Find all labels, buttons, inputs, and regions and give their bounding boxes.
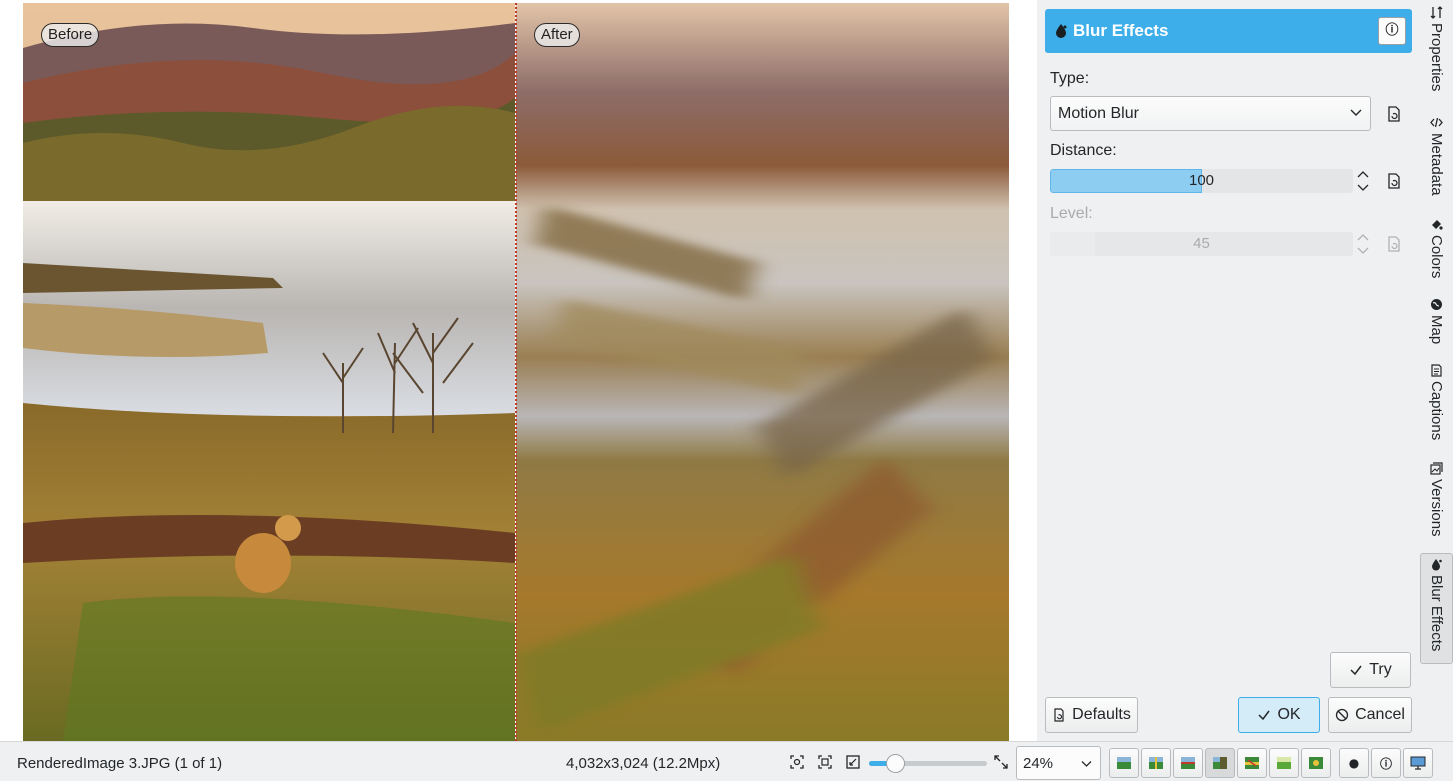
right-sidebar-tabs: Properties Metadata Colors Map Captions … [1420,0,1453,741]
info-icon: ⓘ [1385,23,1399,38]
preview-split-horizontal-button[interactable] [1173,748,1203,778]
tab-properties[interactable]: Properties [1420,6,1453,91]
zoom-slider[interactable] [869,754,987,773]
versions-icon [1430,462,1443,475]
tab-label: Versions [1428,479,1445,537]
level-label: Level: [1050,205,1093,222]
info-button[interactable]: ⓘ [1378,17,1406,45]
after-label: After [534,23,580,47]
type-select[interactable]: Motion Blur [1050,96,1371,131]
zoom-in-icon[interactable] [994,755,1008,769]
level-value: 45 [1193,235,1210,252]
target-view-icon [1277,757,1291,769]
defaults-button[interactable]: Defaults [1045,697,1138,733]
status-filename: RenderedImage 3.JPG (1 of 1) [17,755,223,772]
cancel-button-label: Cancel [1355,706,1405,723]
properties-icon [1430,6,1443,19]
blur-effects-panel: Blur Effects ⓘ Type: Motion Blur Distanc… [1037,0,1420,741]
tab-captions[interactable]: Captions [1420,364,1453,440]
reset-type-icon[interactable] [1387,106,1401,122]
preview-mask-button[interactable] [1301,748,1331,778]
after-image [516,3,1009,741]
compare-split-line[interactable] [515,3,517,741]
distance-slider[interactable]: 100 [1050,169,1353,193]
zoom-level-combo[interactable]: 24% [1016,746,1101,780]
tab-map[interactable]: Map [1420,298,1453,344]
tab-versions[interactable]: Versions [1420,462,1453,537]
type-select-value: Motion Blur [1058,105,1139,122]
ok-button[interactable]: OK [1238,697,1320,733]
metadata-icon [1430,117,1443,128]
overexposure-indicator-button[interactable]: ⓘ [1371,748,1401,778]
status-dimensions: 4,032x3,024 (12.2Mpx) [566,755,721,772]
split-vertical-icon [1149,757,1163,769]
preview-original-button[interactable] [1109,748,1139,778]
split-horizontal-icon [1181,757,1195,769]
tab-label: Map [1428,315,1445,345]
tab-label: Properties [1428,23,1445,92]
distance-spin-arrows[interactable] [1357,169,1369,193]
zoom-level-value: 24% [1023,755,1054,772]
image-original-icon [1117,757,1131,769]
zoom-slider-handle[interactable] [885,754,905,773]
underexposure-icon: ● [1348,756,1360,770]
info-circle-icon: ⓘ [1379,756,1392,771]
cancel-button[interactable]: Cancel [1328,697,1412,733]
distance-value: 100 [1188,172,1215,189]
preview-split-vertical-button[interactable] [1141,748,1171,778]
preview-before-after-button[interactable] [1205,748,1235,778]
reset-document-icon [1054,708,1064,722]
level-spin-arrows [1357,234,1369,254]
cancel-icon [1335,708,1349,722]
zoom-out-icon[interactable] [846,755,860,769]
panel-header: Blur Effects ⓘ [1045,9,1412,53]
check-icon [1258,710,1271,721]
duplicate-view-icon [1245,757,1259,769]
tab-label: Colors [1428,235,1445,279]
check-icon [1350,665,1362,676]
status-bar: RenderedImage 3.JPG (1 of 1) 4,032x3,024… [0,741,1453,781]
blur-drop-icon [1056,24,1067,38]
before-image [23,3,515,741]
reset-level-icon [1388,236,1400,252]
fit-to-window-icon[interactable] [818,755,832,769]
preview-duplicate-button[interactable] [1237,748,1267,778]
preview-target-button[interactable] [1269,748,1299,778]
panel-title: Blur Effects [1073,21,1169,40]
tab-label: Captions [1428,381,1445,441]
monitor-icon [1410,756,1426,770]
mask-view-icon [1309,757,1323,769]
distance-label: Distance: [1050,142,1117,159]
level-slider: 45 [1050,232,1353,256]
tab-blur-effects[interactable]: Blur Effects [1420,553,1453,664]
type-label: Type: [1050,70,1090,87]
tab-colors[interactable]: Colors [1420,218,1453,278]
tab-label: Blur Effects [1428,575,1445,652]
before-after-icon [1213,757,1227,769]
before-label: Before [41,23,100,47]
chevron-down-icon [1350,109,1362,116]
tab-label: Metadata [1428,133,1445,196]
defaults-button-label: Defaults [1072,706,1131,723]
blur-icon [1432,559,1442,571]
image-preview-canvas[interactable]: Before After [0,0,1037,741]
color-managed-view-button[interactable] [1403,748,1433,778]
try-button[interactable]: Try [1330,652,1411,688]
colors-icon [1432,220,1443,230]
chevron-down-icon [1081,761,1092,767]
try-button-label: Try [1369,661,1392,678]
reset-distance-icon[interactable] [1387,173,1401,189]
tab-metadata[interactable]: Metadata [1420,116,1453,196]
captions-icon [1431,364,1442,377]
ok-button-label: OK [1277,706,1301,723]
zoom-to-selection-icon[interactable] [790,755,804,769]
underexposure-indicator-button[interactable]: ● [1339,748,1369,778]
globe-icon [1431,299,1442,310]
